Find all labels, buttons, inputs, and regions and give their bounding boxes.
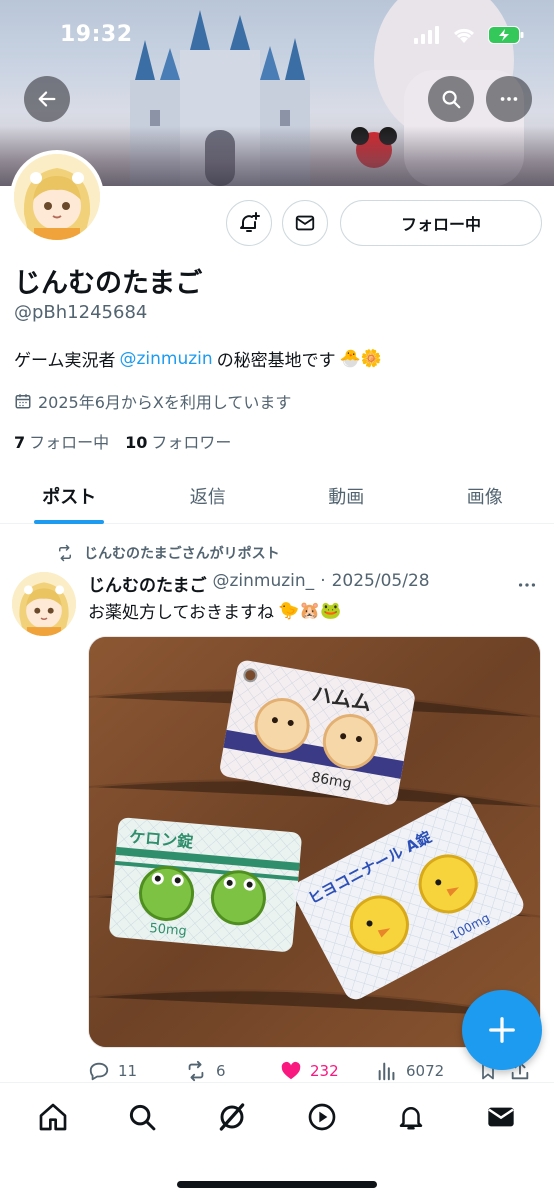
follow-counts: 7 フォロー中 10 フォロワー: [14, 429, 231, 453]
compose-fab[interactable]: [462, 990, 542, 1070]
post-author-avatar[interactable]: [12, 572, 76, 636]
kero-pill-pack: ケロン錠 50mg: [109, 817, 302, 952]
followers-count-link[interactable]: 10 フォロワー: [125, 429, 231, 453]
profile-page: 19:32 フォロー中 じんむのたまご @pBh1245684 ゲーム実況者 @…: [0, 0, 554, 1200]
post-more-button[interactable]: [516, 574, 538, 601]
nav-home[interactable]: [30, 1094, 76, 1140]
grok-icon: [219, 1103, 245, 1131]
like-button[interactable]: 232: [280, 1060, 376, 1082]
search-button[interactable]: [428, 76, 474, 122]
post-dot: ·: [320, 571, 326, 591]
bell-icon: [400, 1107, 423, 1130]
profile-bio: ゲーム実況者 @zinmuzin の秘密基地です 🐣🌼: [14, 346, 383, 372]
nav-messages[interactable]: [478, 1094, 524, 1140]
reply-icon: [89, 1062, 109, 1081]
status-bar: 19:32: [0, 0, 554, 74]
user-handle: @pBh1245684: [14, 302, 148, 323]
home-indicator: [177, 1181, 377, 1188]
message-button[interactable]: [282, 200, 328, 246]
post-date[interactable]: 2025/05/28: [332, 571, 430, 596]
views-button[interactable]: 6072: [376, 1060, 472, 1082]
following-count-link[interactable]: 7 フォロー中: [14, 429, 109, 453]
joined-text: 2025年6月からXを利用しています: [38, 393, 292, 412]
repost-count: 6: [216, 1062, 226, 1080]
notify-plus-icon: [240, 212, 260, 232]
profile-tabs: ポスト 返信 動画 画像: [0, 468, 554, 524]
notify-button[interactable]: [226, 200, 272, 246]
status-icons: [414, 26, 524, 44]
battery-icon: [488, 26, 524, 44]
more-icon: [518, 583, 536, 587]
post-text-body: お薬処方しておきますね: [88, 603, 274, 623]
post-text-emoji: 🐤🐹🐸: [277, 600, 342, 621]
repost-indicator[interactable]: じんむのたまごさんがリポスト: [56, 543, 280, 563]
post-text: お薬処方しておきますね 🐤🐹🐸: [88, 598, 342, 624]
joined-date: 2025年6月からXを利用しています: [14, 389, 291, 413]
following-count: 7: [14, 433, 26, 452]
views-icon: [378, 1062, 395, 1081]
following-label: フォロー中: [29, 433, 110, 452]
following-button[interactable]: フォロー中: [340, 200, 542, 246]
tab-videos[interactable]: 動画: [277, 468, 416, 523]
reply-button[interactable]: 11: [88, 1060, 184, 1082]
reply-count: 11: [118, 1062, 138, 1080]
repost-icon: [59, 544, 71, 562]
followers-label: フォロワー: [151, 433, 232, 452]
tab-posts[interactable]: ポスト: [0, 468, 139, 523]
back-icon: [38, 91, 56, 107]
search-icon: [442, 90, 461, 109]
post-image[interactable]: ハムム 86mg ケロン錠 50mg ヒヨコニナール A錠 100mg: [88, 636, 541, 1048]
post-avatar-illustration: [12, 572, 76, 636]
nav-notifications[interactable]: [388, 1094, 434, 1140]
avatar-illustration: [14, 154, 100, 240]
repost-button[interactable]: 6: [184, 1060, 280, 1082]
display-name: じんむのたまご: [14, 268, 203, 299]
nav-videos[interactable]: [299, 1094, 345, 1140]
pill-keychains-photo: ハムム 86mg ケロン錠 50mg ヒヨコニナール A錠 100mg: [89, 637, 540, 1047]
mail-icon: [295, 215, 315, 231]
repost-label: じんむのたまごさんがリポスト: [84, 546, 280, 562]
tab-images[interactable]: 画像: [416, 468, 554, 523]
status-time: 19:32: [60, 22, 133, 47]
repost-icon: [188, 1060, 204, 1082]
wifi-icon: [453, 28, 475, 43]
like-count: 232: [310, 1062, 339, 1080]
tab-replies[interactable]: 返信: [139, 468, 278, 523]
search-icon: [130, 1104, 156, 1131]
view-count: 6072: [406, 1062, 445, 1080]
bio-emoji: 🐣🌼: [339, 348, 383, 369]
nav-search[interactable]: [119, 1094, 165, 1140]
bio-suffix: の秘密基地です: [216, 351, 336, 371]
post-author-handle[interactable]: @zinmuzin_: [213, 571, 315, 596]
bottom-nav: [0, 1082, 554, 1200]
signal-icon: [414, 26, 439, 44]
play-icon: [308, 1103, 336, 1131]
like-icon: [281, 1061, 301, 1080]
post-actions: 11 6 232 6072: [88, 1060, 544, 1082]
more-icon: [500, 97, 518, 101]
nav-grok[interactable]: [209, 1094, 255, 1140]
post-author-name[interactable]: じんむのたまご: [88, 571, 207, 596]
messages-icon: [488, 1107, 514, 1127]
post-header: じんむのたまご @zinmuzin_ · 2025/05/28: [88, 571, 430, 596]
back-button[interactable]: [24, 76, 70, 122]
followers-count: 10: [125, 433, 148, 452]
plus-icon: [489, 1017, 515, 1043]
home-icon: [39, 1103, 67, 1131]
more-button[interactable]: [486, 76, 532, 122]
calendar-icon: [15, 394, 31, 409]
bio-mention-link[interactable]: @zinmuzin: [120, 349, 213, 369]
bio-prefix: ゲーム実況者: [14, 351, 116, 371]
profile-avatar[interactable]: [10, 150, 104, 244]
